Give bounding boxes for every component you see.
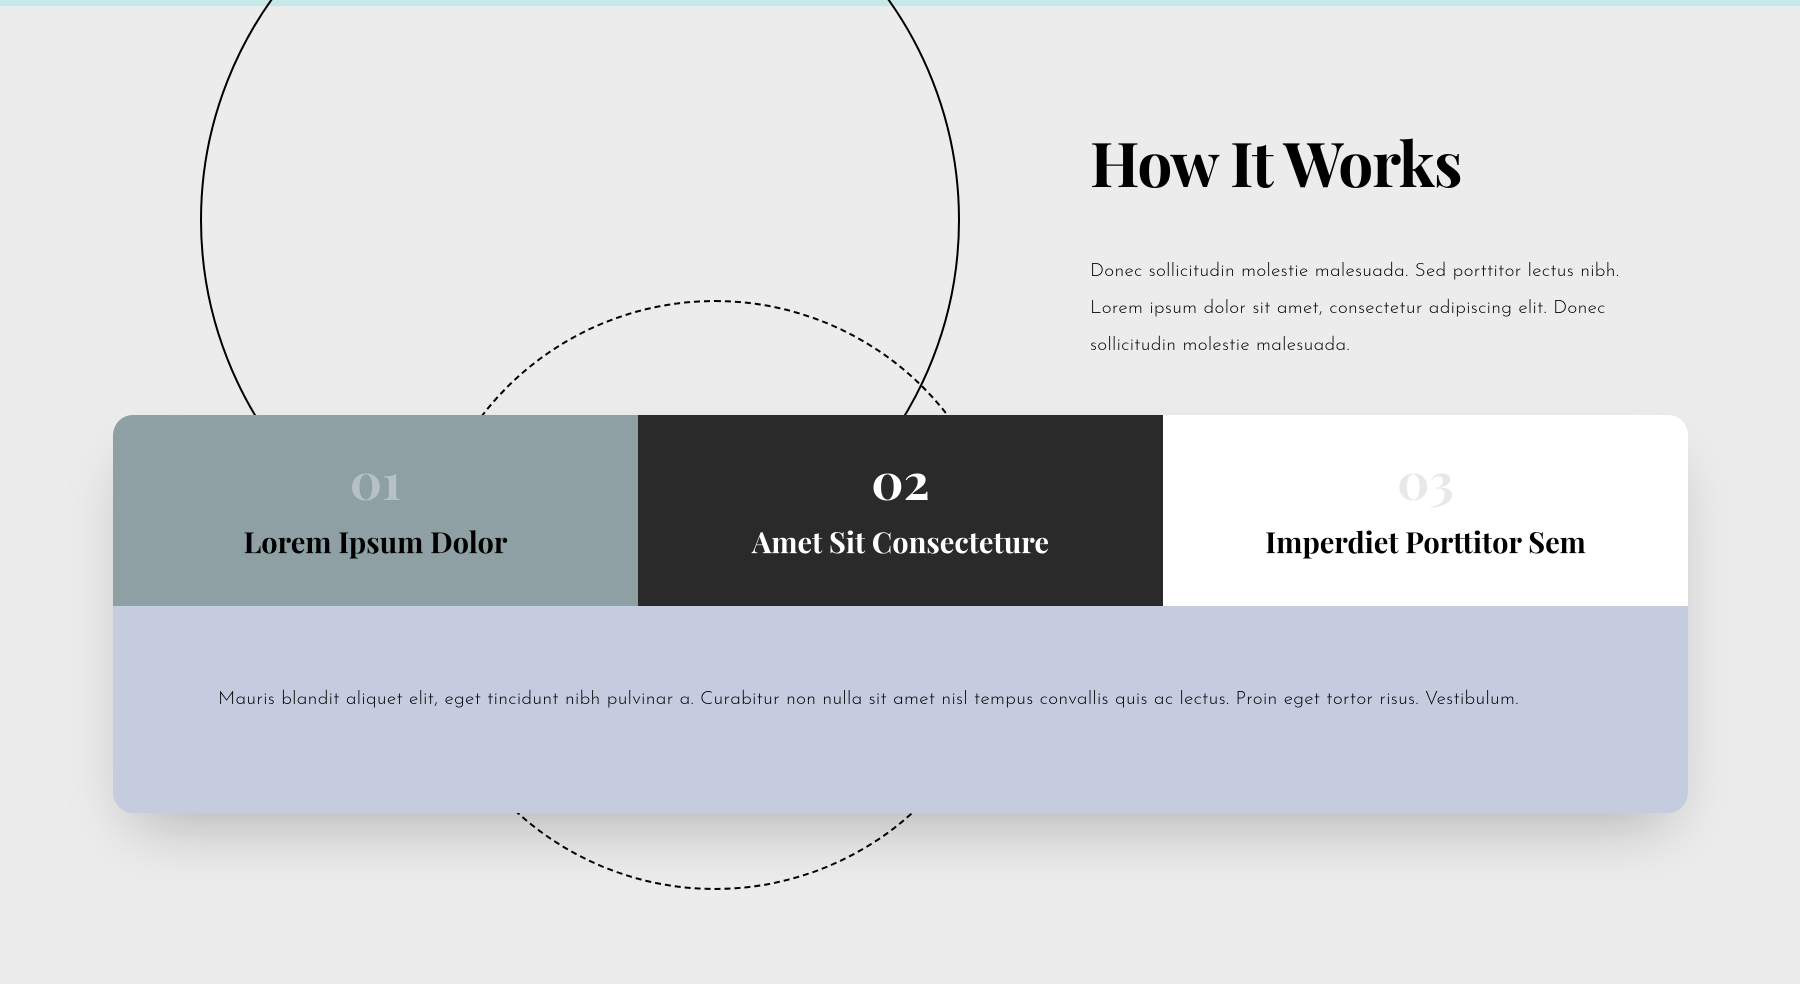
tabs-card: 01 Lorem Ipsum Dolor 02 Amet Sit Consect… — [113, 415, 1688, 813]
tab-content-text: Mauris blandit aliquet elit, eget tincid… — [218, 681, 1583, 718]
tab-title: Lorem Ipsum Dolor — [133, 523, 618, 561]
tab-step-3[interactable]: 03 Imperdiet Porttitor Sem — [1163, 415, 1688, 606]
tab-title: Amet Sit Consecteture — [658, 523, 1143, 561]
tabs-row: 01 Lorem Ipsum Dolor 02 Amet Sit Consect… — [113, 415, 1688, 606]
section-description: Donec sollicitudin molestie malesuada. S… — [1090, 253, 1670, 364]
tab-number: 03 — [1183, 455, 1668, 505]
tab-number: 02 — [658, 455, 1143, 505]
tab-content-panel: Mauris blandit aliquet elit, eget tincid… — [113, 606, 1688, 813]
tab-number: 01 — [133, 455, 618, 505]
section-title: How It Works — [1090, 120, 1670, 203]
tab-step-2[interactable]: 02 Amet Sit Consecteture — [638, 415, 1163, 606]
tab-title: Imperdiet Porttitor Sem — [1183, 523, 1668, 561]
tab-step-1[interactable]: 01 Lorem Ipsum Dolor — [113, 415, 638, 606]
section-header: How It Works Donec sollicitudin molestie… — [1090, 120, 1670, 364]
